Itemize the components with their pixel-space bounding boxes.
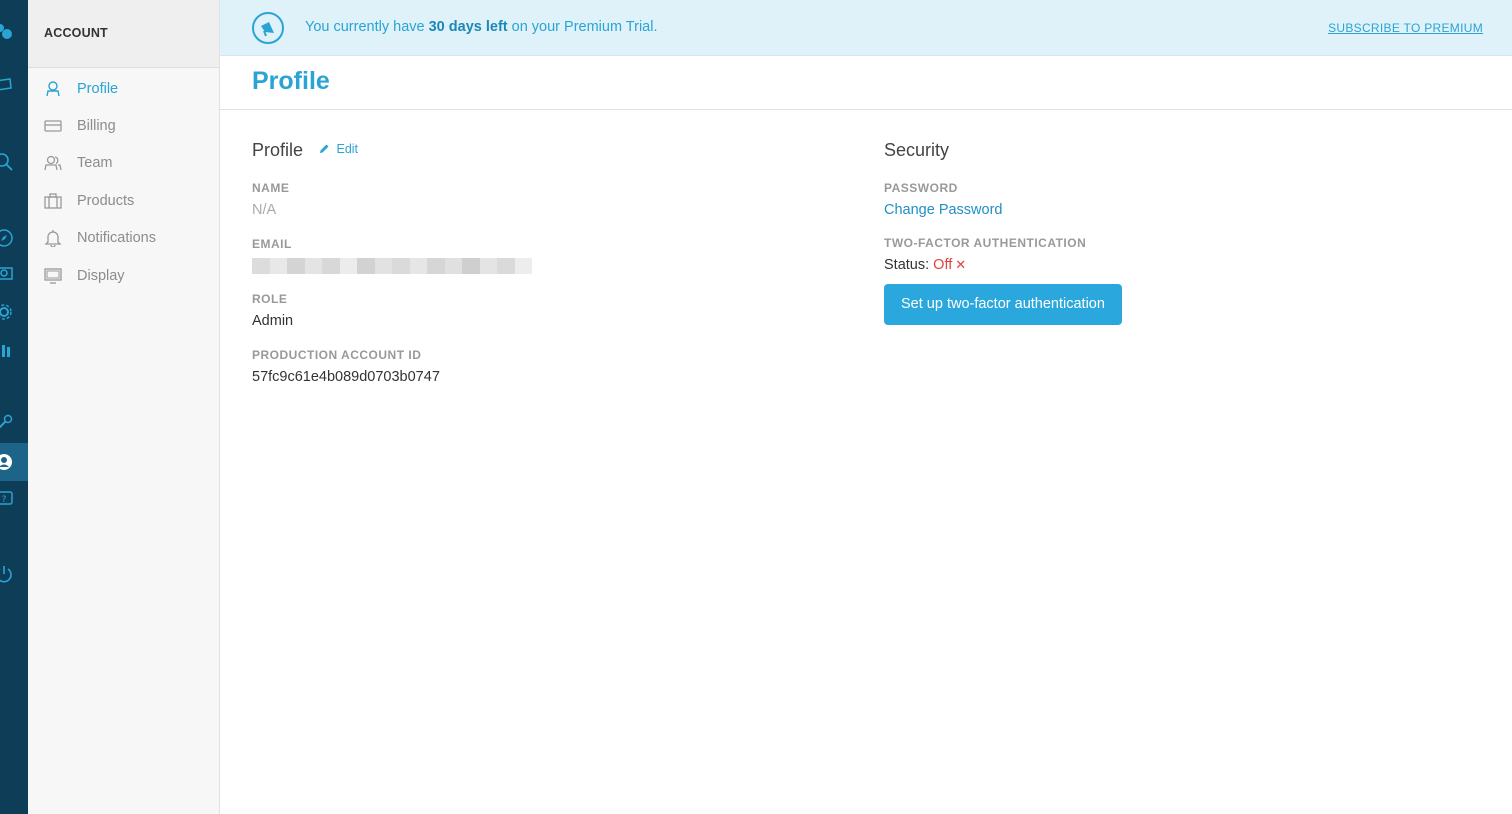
sidebar-item-display[interactable]: Display <box>28 257 219 294</box>
power-icon[interactable] <box>0 564 14 584</box>
sidebar-nav: Profile Billing Team Products Notificati… <box>28 68 219 294</box>
tfa-status-label: Status: <box>884 257 930 273</box>
sidebar-item-profile[interactable]: Profile <box>28 70 219 107</box>
role-value: Admin <box>252 313 294 329</box>
change-password-link[interactable]: Change Password <box>884 202 1484 218</box>
name-label: NAME <box>252 181 290 195</box>
user-icon[interactable] <box>0 452 14 472</box>
app-root: ? ACCOUNT Profile Billing Team Products … <box>0 0 1512 814</box>
edit-profile-link[interactable]: Edit <box>319 142 358 156</box>
tfa-status-value: Off <box>933 257 953 273</box>
password-label: PASSWORD <box>884 181 958 195</box>
sidebar-item-label: Profile <box>77 80 119 97</box>
email-label: EMAIL <box>252 237 292 251</box>
logo-icon[interactable] <box>0 22 14 42</box>
svg-text:?: ? <box>2 495 7 505</box>
trial-text-before: You currently have <box>305 19 429 35</box>
sidebar-item-label: Display <box>77 267 125 284</box>
page-header: Profile <box>220 56 1512 110</box>
sidebar-item-label: Notifications <box>77 230 156 247</box>
sidebar-item-team[interactable]: Team <box>28 145 219 182</box>
trial-text-after: on your Premium Trial. <box>507 19 658 35</box>
subscribe-premium-link[interactable]: SUBSCRIBE TO PREMIUM <box>1328 21 1483 35</box>
compass-icon[interactable] <box>0 228 14 248</box>
trial-days-left: 30 days left <box>428 19 508 35</box>
sidebar-header: ACCOUNT <box>28 0 219 68</box>
setup-2fa-button[interactable]: Set up two-factor authentication <box>884 284 1122 325</box>
megaphone-icon <box>251 11 285 45</box>
sidebar-item-label: Products <box>77 192 135 209</box>
chart-icon[interactable] <box>0 340 14 360</box>
help-icon[interactable]: ? <box>0 489 14 509</box>
page-title: Profile <box>252 67 330 95</box>
pencil-icon <box>320 144 329 153</box>
account-sidebar: ACCOUNT Profile Billing Team Products No… <box>28 0 220 814</box>
bell-icon <box>44 229 62 248</box>
name-value: N/A <box>252 202 277 218</box>
security-section-title: Security <box>884 140 950 160</box>
tools-icon[interactable] <box>0 413 14 433</box>
account-id-value: 57fc9c61e4b089d0703b0747 <box>252 369 440 385</box>
briefcase-icon <box>44 192 62 210</box>
monitor-icon <box>44 267 62 285</box>
sidebar-item-products[interactable]: Products <box>28 182 219 219</box>
edit-label: Edit <box>336 141 359 156</box>
inbox-icon[interactable] <box>0 75 14 95</box>
profile-section-title: Profile <box>252 140 304 160</box>
icon-rail: ? <box>0 0 28 814</box>
profile-section: Profile Edit NAME N/A EMAIL ROLE Admin P… <box>252 140 852 386</box>
profile-section-header: Profile Edit <box>252 140 852 161</box>
trial-message: You currently have 30 days left on your … <box>305 19 658 35</box>
trial-banner: You currently have 30 days left on your … <box>220 0 1512 56</box>
sidebar-item-billing[interactable]: Billing <box>28 107 219 144</box>
tfa-label: TWO-FACTOR AUTHENTICATION <box>884 236 1087 250</box>
gear-icon[interactable] <box>0 302 14 322</box>
sidebar-item-notifications[interactable]: Notifications <box>28 220 219 257</box>
sidebar-item-label: Team <box>77 155 113 172</box>
user-outline-icon <box>44 80 62 98</box>
account-id-label: PRODUCTION ACCOUNT ID <box>252 348 422 362</box>
search-icon[interactable] <box>0 152 14 172</box>
email-value-redacted <box>252 258 532 274</box>
credit-card-icon <box>44 117 62 135</box>
dashboard-icon[interactable] <box>0 265 14 285</box>
team-icon <box>44 154 62 172</box>
sidebar-item-label: Billing <box>77 118 116 135</box>
tfa-status: Status: Off ✕ <box>884 257 1484 273</box>
close-icon: ✕ <box>955 257 967 272</box>
security-section: Security PASSWORD Change Password TWO-FA… <box>884 140 1484 325</box>
role-label: ROLE <box>252 292 288 306</box>
